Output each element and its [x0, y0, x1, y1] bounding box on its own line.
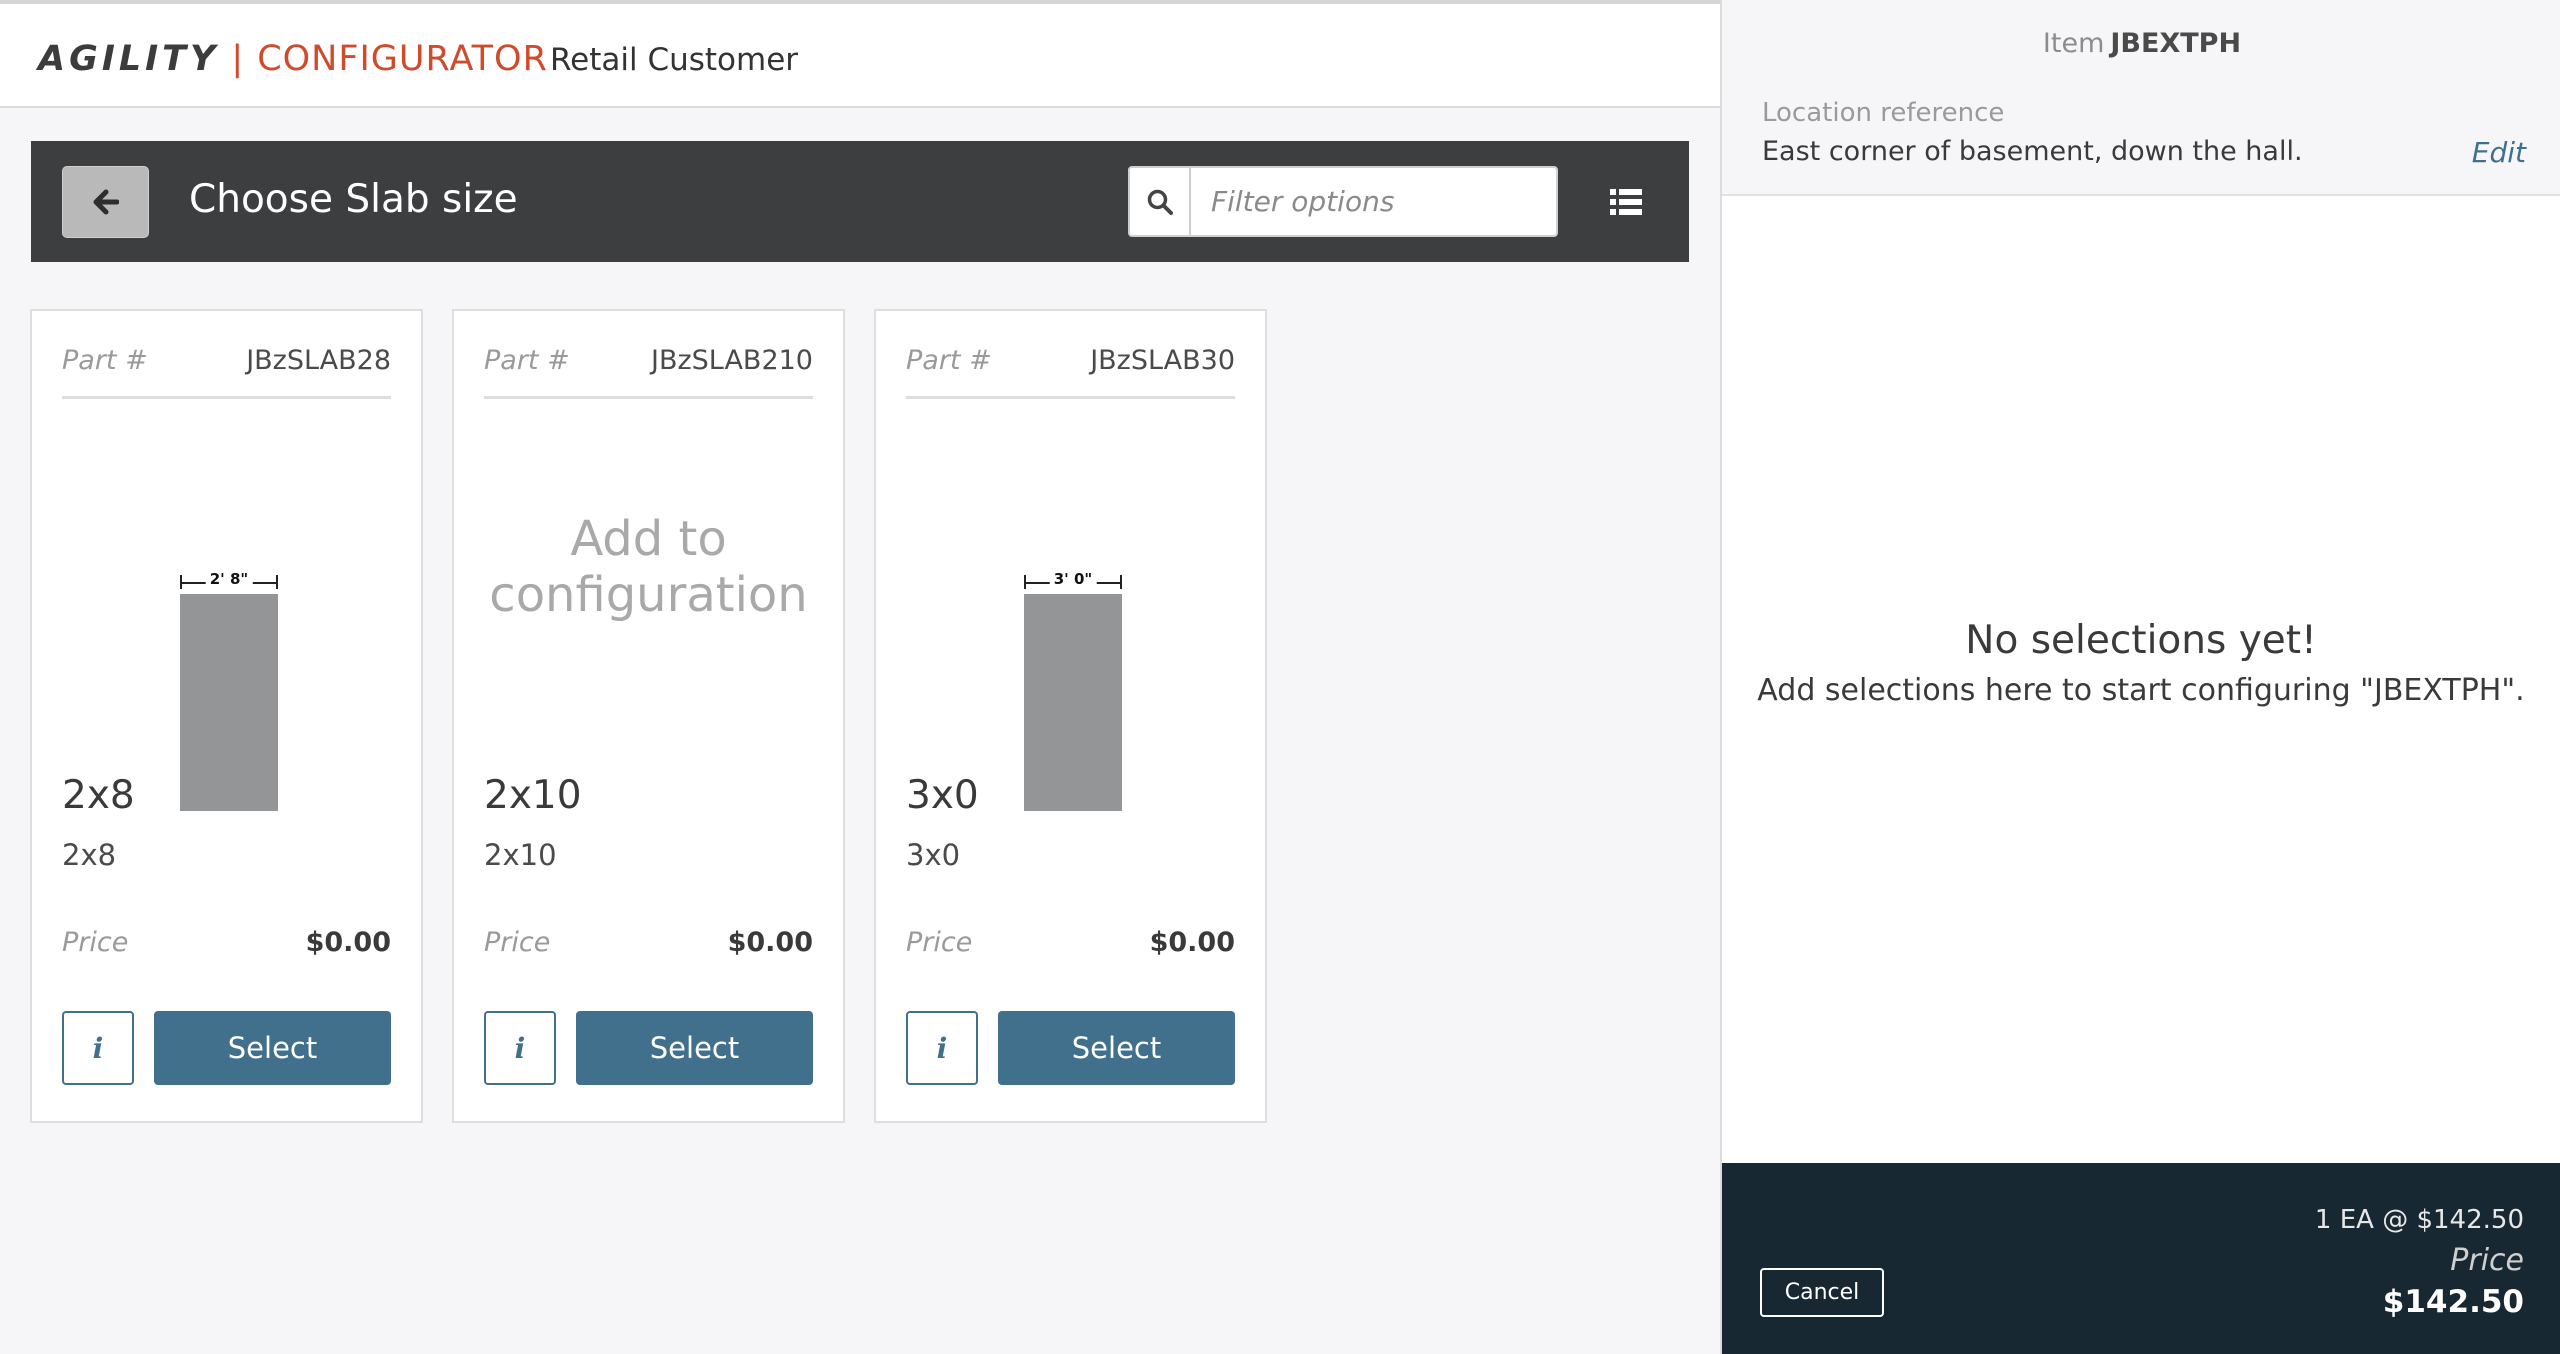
top-bar: AGILITY | CONFIGURATOR Retail Customer	[0, 4, 1720, 108]
list-view-icon	[1610, 189, 1642, 215]
total-price-label: Price	[2450, 1243, 2524, 1278]
select-button[interactable]: Select	[998, 1011, 1235, 1085]
part-label: Part #	[484, 345, 570, 376]
brand-separator: |	[231, 39, 244, 79]
part-row: Part # JBzSLAB210	[484, 341, 813, 399]
part-row: Part # JBzSLAB28	[62, 341, 391, 399]
dimension-label: 3' 0"	[1049, 570, 1097, 588]
slab-shape	[1024, 594, 1122, 811]
info-button[interactable]: i	[484, 1011, 556, 1085]
price-label: Price	[906, 927, 973, 958]
part-label: Part #	[906, 345, 992, 376]
option-description: 2x10	[484, 838, 557, 872]
item-prefix: Item	[2042, 28, 2105, 59]
slab-shape	[180, 594, 278, 811]
price-label: Price	[62, 927, 129, 958]
step-title: Choose Slab size	[189, 177, 518, 222]
dimension-marker: 3' 0"	[1024, 570, 1122, 590]
cancel-button[interactable]: Cancel	[1760, 1268, 1884, 1317]
summary-footer: 1 EA @ $142.50 Price $142.50 Cancel	[1722, 1163, 2560, 1354]
brand-logo: AGILITY | CONFIGURATOR	[38, 34, 548, 84]
option-card: Part # JBzSLAB28 2' 8" 2x8 2x8 Price $0.…	[30, 309, 423, 1123]
part-number: JBzSLAB210	[651, 345, 813, 376]
empty-state-subtitle: Add selections here to start configuring…	[1757, 673, 2525, 708]
location-value: East corner of basement, down the hall.	[1762, 136, 2303, 167]
option-card: Part # JBzSLAB30 3' 0" 3x0 3x0 Price $0.…	[874, 309, 1267, 1123]
arrow-left-icon	[93, 189, 119, 215]
price-label: Price	[484, 927, 551, 958]
edit-location-link[interactable]: Edit	[2472, 136, 2526, 169]
item-header: Item JBEXTPH Location reference East corn…	[1722, 0, 2560, 196]
brand-word-configurator: CONFIGURATOR	[257, 39, 548, 79]
search-icon	[1147, 189, 1173, 215]
option-description: 3x0	[906, 838, 961, 872]
part-row: Part # JBzSLAB30	[906, 341, 1235, 399]
part-label: Part #	[62, 345, 148, 376]
quantity-line: 1 EA @ $142.50	[2314, 1205, 2524, 1235]
empty-state-title: No selections yet!	[1965, 618, 2317, 663]
part-number: JBzSLAB30	[1090, 345, 1235, 376]
info-icon: i	[514, 1031, 526, 1065]
step-header: Choose Slab size	[31, 141, 1689, 262]
back-button[interactable]	[62, 166, 149, 238]
slab-image: 3' 0"	[906, 431, 1235, 811]
price-value: $0.00	[305, 927, 391, 958]
configurator-main: AGILITY | CONFIGURATOR Retail Customer C…	[0, 0, 1720, 1354]
image-placeholder-text: Add to configuration	[489, 511, 808, 623]
info-button[interactable]: i	[62, 1011, 134, 1085]
price-value: $0.00	[727, 927, 813, 958]
option-name: 2x10	[484, 773, 582, 818]
info-button[interactable]: i	[906, 1011, 978, 1085]
filter-group	[1128, 166, 1558, 237]
price-value: $0.00	[1149, 927, 1235, 958]
brand-word-agility: AGILITY	[38, 39, 220, 79]
info-icon: i	[936, 1031, 948, 1065]
option-name: 2x8	[62, 773, 135, 818]
item-code: JBEXTPH	[2110, 28, 2242, 59]
dimension-marker: 2' 8"	[180, 570, 278, 590]
location-label: Location reference	[1762, 98, 2005, 128]
option-card: Part # JBzSLAB210 Add to configuration 2…	[452, 309, 845, 1123]
slab-image: 2' 8"	[62, 431, 391, 811]
item-line: Item JBEXTPH	[1722, 28, 2560, 59]
part-number: JBzSLAB28	[246, 345, 391, 376]
list-view-button[interactable]	[1601, 177, 1651, 227]
select-button[interactable]: Select	[576, 1011, 813, 1085]
option-name: 3x0	[906, 773, 979, 818]
select-button[interactable]: Select	[154, 1011, 391, 1085]
total-price: $142.50	[2382, 1284, 2524, 1320]
search-button[interactable]	[1130, 168, 1191, 235]
customer-name: Retail Customer	[550, 42, 799, 78]
dimension-label: 2' 8"	[205, 570, 253, 588]
option-description: 2x8	[62, 838, 117, 872]
info-icon: i	[92, 1031, 104, 1065]
filter-options-input[interactable]	[1191, 168, 1556, 235]
selection-panel: Item JBEXTPH Location reference East corn…	[1720, 0, 2560, 1354]
